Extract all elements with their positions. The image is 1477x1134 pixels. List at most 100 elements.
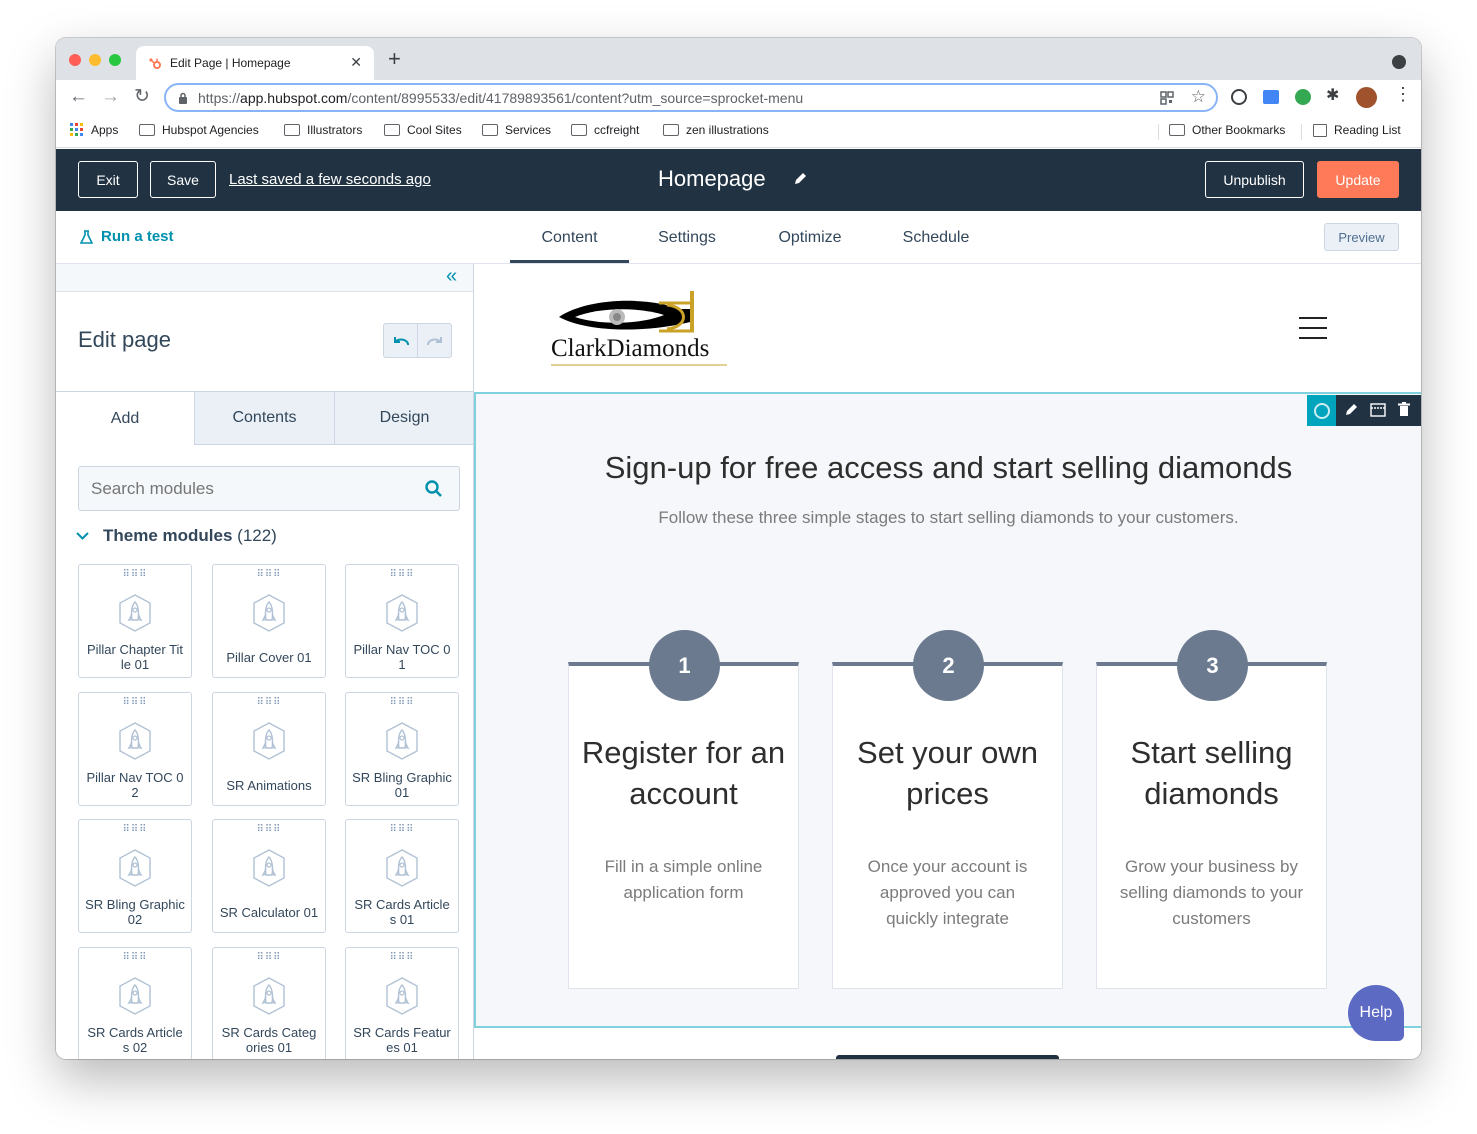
module-card[interactable]: ⠿⠿⠿ Pillar Cover 01 [212, 564, 326, 678]
new-tab-button[interactable]: + [388, 48, 401, 70]
search-modules-input[interactable] [80, 468, 410, 509]
tab-add[interactable]: Add [56, 392, 195, 445]
module-settings-icon[interactable] [1307, 395, 1336, 426]
url-host: app.hubspot.com [240, 90, 348, 106]
close-window-button[interactable] [69, 54, 81, 66]
qr-code-icon[interactable] [1160, 91, 1174, 105]
theme-modules-toggle[interactable]: Theme modules (122) [76, 526, 277, 546]
bookmark-cool-sites[interactable]: Cool Sites [384, 123, 462, 137]
tab-optimize[interactable]: Optimize [763, 211, 857, 264]
tab-schedule[interactable]: Schedule [888, 211, 984, 264]
module-card[interactable]: ⠿⠿⠿ Pillar Nav TOC 0 1 [345, 564, 459, 678]
bookmark-hubspot-agencies[interactable]: Hubspot Agencies [139, 123, 259, 137]
run-a-test-link[interactable]: Run a test [80, 228, 174, 245]
module-card[interactable]: ⠿⠿⠿ SR Animations [212, 692, 326, 806]
undo-icon [393, 336, 409, 345]
module-card[interactable]: ⠿⠿⠿ SR Bling Graphic 02 [78, 819, 192, 933]
bookmark-star-icon[interactable]: ☆ [1191, 87, 1206, 107]
bookmark-other[interactable]: Other Bookmarks [1169, 123, 1285, 137]
drag-handle-icon[interactable]: ⠿⠿⠿ [346, 698, 458, 708]
back-icon[interactable]: ← [69, 86, 88, 108]
drag-handle-icon[interactable]: ⠿⠿⠿ [346, 570, 458, 580]
browser-tab-title: Edit Page | Homepage [170, 56, 291, 70]
drag-handle-icon[interactable]: ⠿⠿⠿ [213, 698, 325, 708]
minimize-window-button[interactable] [89, 54, 101, 66]
edit-title-pencil-icon[interactable] [793, 172, 807, 186]
close-tab-icon[interactable]: ✕ [350, 54, 362, 71]
url-prefix: https:// [198, 90, 241, 106]
tab-contents[interactable]: Contents [195, 392, 335, 445]
step-title: Register for an account [581, 735, 786, 811]
drag-handle-icon[interactable]: ⠿⠿⠿ [346, 953, 458, 963]
browser-tab[interactable]: Edit Page | Homepage ✕ [136, 46, 374, 80]
tab-search-icon[interactable] [1392, 55, 1406, 69]
rocket-module-icon [253, 722, 285, 760]
reload-icon[interactable]: ↻ [134, 85, 150, 108]
drag-handle-icon[interactable]: ⠿⠿⠿ [346, 825, 458, 835]
search-modules-field[interactable] [78, 466, 460, 511]
preview-button[interactable]: Preview [1324, 223, 1399, 251]
zoom-window-button[interactable] [109, 54, 121, 66]
bookmark-illustrators[interactable]: Illustrators [284, 123, 362, 137]
drag-handle-icon[interactable]: ⠿⠿⠿ [213, 825, 325, 835]
reading-list[interactable]: Reading List [1313, 123, 1401, 137]
drag-handle-icon[interactable]: ⠿⠿⠿ [213, 570, 325, 580]
save-button[interactable]: Save [150, 161, 216, 198]
module-card[interactable]: ⠿⠿⠿ SR Cards Categ ories 01 [212, 947, 326, 1059]
last-saved-link[interactable]: Last saved a few seconds ago [229, 171, 431, 188]
bookmark-label: ccfreight [594, 123, 640, 137]
step-card-2: 2 Set your own prices Once your account … [832, 630, 1063, 989]
bookmark-apps[interactable]: Apps [70, 123, 118, 137]
step-description: Fill in a simple online application form [604, 857, 763, 902]
redo-button[interactable] [417, 323, 452, 358]
step-number-badge: 1 [649, 630, 720, 701]
exit-button[interactable]: Exit [78, 161, 138, 198]
module-card[interactable]: ⠿⠿⠿ SR Bling Graphic 01 [345, 692, 459, 806]
tab-design[interactable]: Design [335, 392, 473, 445]
module-card-label: SR Animations [226, 777, 312, 793]
bookmark-zen-illustrations[interactable]: zen illustrations [663, 123, 769, 137]
rocket-module-icon [253, 849, 285, 887]
drag-handle-icon[interactable]: ⠿⠿⠿ [79, 953, 191, 963]
bookmark-ccfreight[interactable]: ccfreight [571, 123, 639, 137]
module-card[interactable]: ⠿⠿⠿ SR Calculator 01 [212, 819, 326, 933]
active-tab-indicator [510, 260, 629, 263]
extensions-puzzle-icon[interactable]: ✱ [1326, 85, 1339, 105]
bookmark-services[interactable]: Services [482, 123, 551, 137]
delete-trash-icon[interactable] [1398, 402, 1410, 417]
grammar-extension-icon[interactable] [1295, 89, 1311, 105]
module-card[interactable]: ⠿⠿⠿ SR Cards Featur es 01 [345, 947, 459, 1059]
unpublish-button[interactable]: Unpublish [1205, 161, 1304, 198]
step-description: Once your account is approved you can qu… [867, 857, 1028, 928]
tab-strip: Edit Page | Homepage ✕ + [56, 38, 1421, 80]
drag-handle-icon[interactable]: ⠿⠿⠿ [213, 953, 325, 963]
profile-avatar[interactable] [1356, 87, 1377, 108]
update-button[interactable]: Update [1317, 161, 1399, 198]
search-icon[interactable] [425, 480, 443, 498]
bookmark-label: zen illustrations [686, 123, 769, 137]
password-extension-icon[interactable] [1231, 89, 1247, 105]
edit-pencil-icon[interactable] [1344, 403, 1358, 417]
module-card[interactable]: ⠿⠿⠿ Pillar Chapter Tit le 01 [78, 564, 192, 678]
drag-handle-icon[interactable]: ⠿⠿⠿ [79, 825, 191, 835]
lock-icon [179, 92, 187, 104]
undo-button[interactable] [383, 323, 418, 358]
drag-handle-icon[interactable]: ⠿⠿⠿ [79, 698, 191, 708]
forward-icon[interactable]: → [101, 86, 120, 108]
module-card[interactable]: ⠿⠿⠿ SR Cards Article s 01 [345, 819, 459, 933]
calendar-extension-icon[interactable] [1263, 90, 1279, 104]
help-button[interactable]: Help [1348, 985, 1404, 1041]
layout-icon[interactable] [1370, 403, 1386, 417]
drag-handle-icon[interactable]: ⠿⠿⠿ [79, 570, 191, 580]
tab-settings[interactable]: Settings [641, 211, 733, 264]
module-card[interactable]: ⠿⠿⠿ SR Cards Article s 02 [78, 947, 192, 1059]
collapse-sidebar-icon[interactable]: « [446, 266, 457, 286]
browser-menu-icon[interactable]: ⋮ [1394, 85, 1412, 103]
address-bar[interactable]: https://app.hubspot.com/content/8995533/… [164, 83, 1218, 112]
site-header: ClarkDiamonds [474, 264, 1421, 392]
tab-content[interactable]: Content [510, 211, 629, 264]
editor-sidebar: « Edit page Add Contents Design Theme mo… [56, 264, 474, 1059]
module-card[interactable]: ⠿⠿⠿ Pillar Nav TOC 0 2 [78, 692, 192, 806]
reading-list-label: Reading List [1334, 123, 1401, 137]
hamburger-menu-icon[interactable] [1299, 316, 1327, 340]
